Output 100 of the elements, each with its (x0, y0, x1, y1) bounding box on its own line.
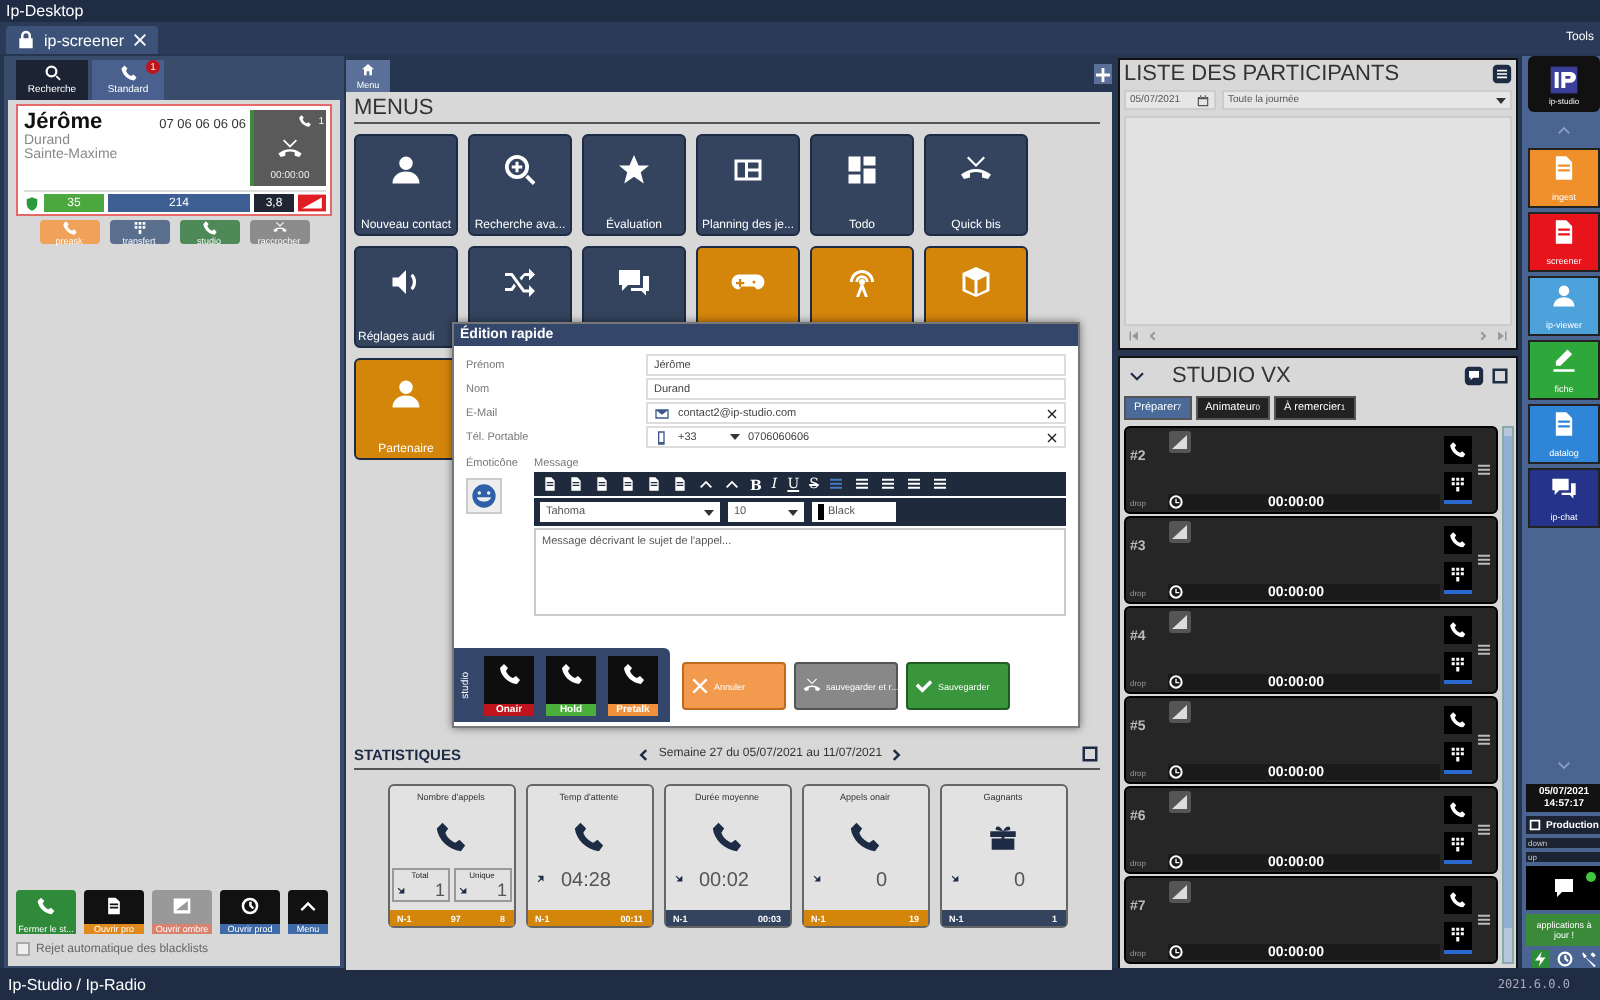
image-icon[interactable] (1168, 610, 1192, 634)
menu-icon[interactable] (1476, 822, 1492, 838)
lock-icon (16, 30, 36, 50)
phone-icon (572, 820, 606, 854)
keypad-icon[interactable] (1444, 562, 1472, 590)
chevron-down-icon[interactable] (1128, 367, 1146, 385)
image-icon[interactable] (1168, 880, 1192, 904)
home-icon (360, 62, 376, 78)
person-icon (388, 376, 424, 412)
gift-icon (986, 820, 1020, 854)
close-icon[interactable] (132, 32, 149, 48)
dropdown-icon (788, 507, 798, 517)
stat-value: 1 (496, 880, 507, 900)
chat-icon[interactable] (1464, 366, 1484, 386)
tools-icon[interactable] (1579, 950, 1597, 968)
bolt-icon[interactable] (1531, 950, 1549, 968)
phone-icon[interactable] (1444, 796, 1472, 824)
menu-icon[interactable] (1492, 64, 1512, 84)
image-icon[interactable] (1168, 430, 1192, 454)
smiley-icon (470, 482, 498, 510)
shield-icon (24, 195, 40, 211)
phone-icon[interactable] (1444, 706, 1472, 734)
box-icon (958, 264, 994, 300)
chevron-up-icon (298, 896, 318, 916)
keypad-icon (131, 220, 147, 236)
phone-icon (621, 662, 645, 686)
chat-icon (1550, 474, 1578, 503)
window-icon[interactable] (1079, 744, 1100, 764)
keypad-icon[interactable] (1444, 742, 1472, 770)
clock-icon (1168, 944, 1184, 960)
stat-value: 0 (875, 870, 887, 892)
keypad-icon[interactable] (1444, 652, 1472, 680)
mobile-icon (654, 429, 670, 445)
image-icon[interactable] (1168, 520, 1192, 544)
search-icon (43, 64, 61, 82)
list-icon[interactable] (932, 476, 949, 492)
window-title: Ip-Desktop (6, 2, 84, 20)
add-tab-button[interactable] (1094, 64, 1112, 84)
stat-value: 1 (434, 880, 445, 900)
phone-icon[interactable] (1444, 526, 1472, 554)
calendar-icon[interactable] (1196, 93, 1210, 107)
dropdown-icon (704, 507, 714, 517)
hang-up-icon (802, 676, 822, 696)
keypad-icon[interactable] (1444, 832, 1472, 860)
zoom-in-icon (502, 152, 538, 188)
stat-value: 00:02 (698, 870, 749, 892)
document-icon (1550, 218, 1578, 247)
chat-panel[interactable] (1526, 866, 1600, 910)
person-icon (1550, 282, 1578, 311)
align-right-icon[interactable] (880, 476, 897, 492)
next-icon[interactable] (890, 747, 905, 761)
phone-icon (559, 662, 583, 686)
menu-icon[interactable] (1476, 912, 1492, 928)
menu-icon[interactable] (1476, 552, 1492, 568)
align-left-icon[interactable] (828, 476, 845, 492)
stat-value: 0 (1013, 870, 1025, 892)
justify-icon[interactable] (906, 476, 923, 492)
menu-icon[interactable] (1476, 642, 1492, 658)
antenna-icon (844, 264, 880, 300)
chat-icon (1552, 876, 1576, 900)
previous-icon[interactable] (636, 747, 651, 761)
phone-icon (848, 820, 882, 854)
stat-value: 04:28 (560, 870, 611, 892)
hang-up-icon (271, 220, 287, 236)
clear-icon[interactable] (1046, 431, 1058, 443)
dropdown-icon (730, 432, 740, 442)
phone-icon (201, 220, 217, 236)
phone-icon[interactable] (1444, 616, 1472, 644)
phone-icon (61, 220, 77, 236)
plus-icon (1096, 67, 1110, 81)
logo-icon (1548, 63, 1580, 95)
mail-icon (654, 405, 670, 421)
ringing-phone-icon (276, 135, 304, 163)
clear-icon[interactable] (1046, 407, 1058, 419)
phone-icon[interactable] (1444, 886, 1472, 914)
align-center-icon[interactable] (854, 476, 871, 492)
image-icon[interactable] (1168, 790, 1192, 814)
dropdown-icon (1496, 95, 1506, 105)
image-icon[interactable] (1168, 700, 1192, 724)
document-icon[interactable] (542, 476, 558, 492)
check-icon (914, 676, 934, 696)
document-icon (1550, 154, 1578, 183)
window-icon[interactable] (1490, 366, 1510, 386)
keypad-icon[interactable] (1444, 472, 1472, 500)
star-icon (616, 152, 652, 188)
phone-icon[interactable] (1444, 436, 1472, 464)
document-icon (104, 896, 124, 916)
chat-icon (616, 264, 652, 300)
document-tab[interactable]: ip-screener (6, 26, 159, 54)
keypad-icon[interactable] (1444, 922, 1472, 950)
phone-icon (710, 820, 744, 854)
clock-icon (1168, 854, 1184, 870)
emoticon-button[interactable] (466, 478, 502, 514)
clock-icon (1168, 584, 1184, 600)
phone-icon (434, 820, 468, 854)
person-icon (388, 152, 424, 188)
menu-icon[interactable] (1476, 462, 1492, 478)
clock-icon (1168, 764, 1184, 780)
menu-icon[interactable] (1476, 732, 1492, 748)
clock-icon (1168, 674, 1184, 690)
